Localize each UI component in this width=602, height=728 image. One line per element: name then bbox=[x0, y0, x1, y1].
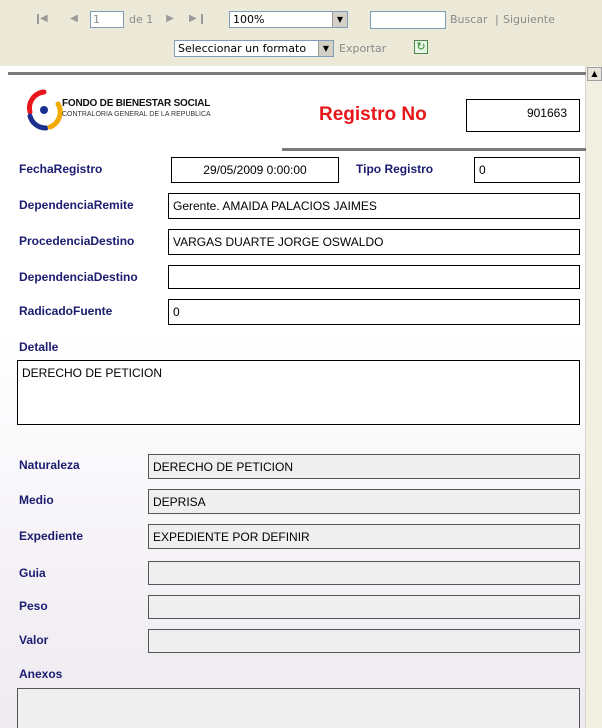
toolbar-export-row: Seleccionar un formato ▼ Exportar ↻ bbox=[0, 39, 602, 59]
procedencia-destino-field: VARGAS DUARTE JORGE OSWALDO bbox=[168, 229, 580, 255]
anexos-field bbox=[17, 688, 580, 728]
tipo-registro-field: 0 bbox=[474, 157, 580, 183]
registro-title: Registro No bbox=[319, 104, 427, 125]
chevron-down-icon[interactable]: ▼ bbox=[332, 12, 347, 27]
chevron-down-icon[interactable]: ▼ bbox=[318, 41, 333, 56]
next-page-icon[interactable]: ▶ bbox=[162, 11, 178, 27]
fecha-registro-field: 29/05/2009 0:00:00 bbox=[171, 157, 339, 183]
peso-field bbox=[148, 595, 580, 619]
expediente-label: Expediente bbox=[19, 529, 84, 543]
export-format-value: Seleccionar un formato bbox=[178, 42, 307, 55]
next-link[interactable]: Siguiente bbox=[503, 13, 555, 26]
radicado-fuente-field: 0 bbox=[168, 299, 580, 325]
fecha-registro-label: FechaRegistro bbox=[19, 162, 103, 176]
export-format-select[interactable]: Seleccionar un formato ▼ bbox=[174, 40, 334, 57]
guia-label: Guia bbox=[19, 566, 46, 580]
medio-label: Medio bbox=[19, 493, 54, 507]
registro-number: 901663 bbox=[466, 99, 580, 132]
toolbar-navigation-row: ◀ ◀ 1 de 1 ▶ ▶ 100% ▼ Buscar | Siguiente bbox=[0, 9, 602, 31]
scroll-up-icon[interactable]: ▲ bbox=[587, 67, 602, 81]
anexos-label: Anexos bbox=[19, 667, 63, 681]
last-page-icon[interactable]: ▶ bbox=[189, 11, 205, 27]
detalle-label: Detalle bbox=[19, 340, 59, 354]
logo-title: FONDO DE BIENESTAR SOCIAL bbox=[62, 98, 211, 109]
procedencia-destino-label: ProcedenciaDestino bbox=[19, 234, 135, 248]
page-count-text: de 1 bbox=[129, 13, 154, 26]
dependencia-remite-label: DependenciaRemite bbox=[19, 198, 134, 212]
organization-logo: FONDO DE BIENESTAR SOCIAL CONTRALORIA GE… bbox=[24, 86, 234, 132]
link-separator: | bbox=[495, 13, 499, 26]
zoom-value: 100% bbox=[233, 13, 265, 26]
zoom-select[interactable]: 100% ▼ bbox=[229, 11, 348, 28]
export-link[interactable]: Exportar bbox=[339, 42, 386, 55]
page-number-input[interactable]: 1 bbox=[90, 11, 124, 28]
dependencia-destino-field bbox=[168, 265, 580, 289]
report-viewer: ▲ FONDO DE BIENESTAR SOCIAL CONTRALORIA … bbox=[0, 66, 602, 728]
medio-field: DEPRISA bbox=[148, 489, 580, 514]
dependencia-destino-label: DependenciaDestino bbox=[19, 270, 138, 284]
report-toolbar: ◀ ◀ 1 de 1 ▶ ▶ 100% ▼ Buscar | Siguiente… bbox=[0, 0, 602, 66]
search-link[interactable]: Buscar bbox=[450, 13, 488, 26]
logo-emblem-icon bbox=[27, 89, 63, 131]
dependencia-remite-field: Gerente. AMAIDA PALACIOS JAIMES bbox=[168, 193, 580, 219]
first-page-icon[interactable]: ◀ bbox=[36, 11, 52, 27]
previous-page-icon[interactable]: ◀ bbox=[66, 11, 82, 27]
registro-divider bbox=[282, 148, 586, 151]
tipo-registro-label: Tipo Registro bbox=[356, 162, 434, 176]
peso-label: Peso bbox=[19, 599, 48, 613]
naturaleza-field: DERECHO DE PETICION bbox=[148, 454, 580, 479]
detalle-field: DERECHO DE PETICION bbox=[17, 360, 580, 425]
refresh-icon[interactable]: ↻ bbox=[414, 40, 428, 54]
radicado-fuente-label: RadicadoFuente bbox=[19, 304, 113, 318]
valor-label: Valor bbox=[19, 633, 49, 647]
logo-subtitle: CONTRALORIA GENERAL DE LA REPUBLICA bbox=[62, 111, 211, 118]
vertical-scrollbar[interactable]: ▲ bbox=[585, 66, 602, 728]
expediente-field: EXPEDIENTE POR DEFINIR bbox=[148, 524, 580, 549]
guia-field bbox=[148, 561, 580, 585]
naturaleza-label: Naturaleza bbox=[19, 458, 80, 472]
header-divider bbox=[8, 72, 586, 75]
valor-field bbox=[148, 629, 580, 653]
search-input[interactable] bbox=[370, 11, 446, 29]
